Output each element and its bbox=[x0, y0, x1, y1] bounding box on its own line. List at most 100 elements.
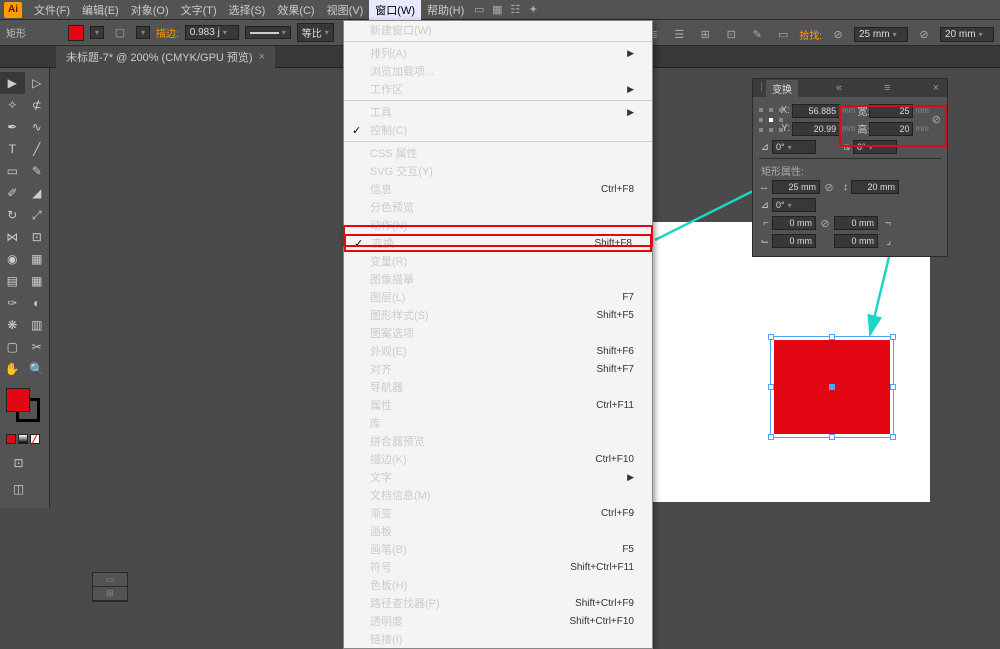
resize-handle[interactable] bbox=[890, 434, 896, 440]
shaper-tool[interactable]: ✐ bbox=[0, 182, 25, 204]
eraser-tool[interactable]: ◢ bbox=[25, 182, 50, 204]
gradient-tool[interactable]: ▦ bbox=[25, 270, 50, 292]
isolate-icon[interactable]: ⊡ bbox=[721, 24, 741, 44]
menu-item[interactable]: 路径查找器(P)Shift+Ctrl+F9 bbox=[344, 594, 652, 612]
menu-item[interactable]: 库 bbox=[344, 414, 652, 432]
menu-item[interactable]: 透明度Shift+Ctrl+F10 bbox=[344, 612, 652, 630]
corner-tl-field[interactable] bbox=[772, 216, 816, 230]
menu-item[interactable]: 浏览加载项... bbox=[344, 62, 652, 80]
symbol-tool[interactable]: ❋ bbox=[0, 314, 25, 336]
rect-w-field[interactable] bbox=[772, 180, 820, 194]
menu-item[interactable]: 链接(I) bbox=[344, 630, 652, 648]
resize-handle[interactable] bbox=[890, 384, 896, 390]
fill-stroke-control[interactable] bbox=[0, 386, 50, 430]
menu-item[interactable]: ✓变换Shift+F8 bbox=[344, 234, 652, 252]
magic-wand-tool[interactable]: ✧ bbox=[0, 94, 25, 116]
stroke-weight-field[interactable]: 0.983 j bbox=[185, 25, 239, 40]
resize-handle[interactable] bbox=[829, 334, 835, 340]
selection-tool[interactable]: ▶ bbox=[0, 72, 25, 94]
menu-item[interactable]: 图案选项 bbox=[344, 324, 652, 342]
corner-br-field[interactable] bbox=[834, 234, 878, 248]
extra-icon[interactable]: ✦ bbox=[524, 3, 542, 16]
stroke-swatch[interactable]: ▢ bbox=[110, 23, 130, 43]
search-icon[interactable]: ▭ bbox=[470, 3, 488, 16]
menu-item[interactable]: 分色预览 bbox=[344, 198, 652, 216]
menu-item[interactable]: ✓控制(C) bbox=[344, 121, 652, 139]
reference-point[interactable] bbox=[759, 108, 775, 132]
document-tab[interactable]: 未标题-7* @ 200% (CMYK/GPU 预览) × bbox=[56, 46, 275, 68]
menu-help[interactable]: 帮助(H) bbox=[421, 0, 470, 20]
shape-icon[interactable]: ▭ bbox=[773, 24, 793, 44]
arrange-icon[interactable]: ☷ bbox=[506, 3, 524, 16]
menu-window[interactable]: 窗口(W) bbox=[369, 0, 421, 20]
stroke-profile[interactable] bbox=[245, 26, 291, 39]
menu-view[interactable]: 视图(V) bbox=[321, 0, 370, 20]
link-wh-icon[interactable]: ⊘ bbox=[828, 24, 848, 44]
menu-item[interactable]: 图像描摹 bbox=[344, 270, 652, 288]
link2-icon[interactable]: ⊘ bbox=[914, 24, 934, 44]
menu-item[interactable]: 属性Ctrl+F11 bbox=[344, 396, 652, 414]
hand-tool[interactable]: ✋ bbox=[0, 358, 25, 380]
bridge-icon[interactable]: ▦ bbox=[488, 3, 506, 16]
menu-item[interactable]: 变量(R) bbox=[344, 252, 652, 270]
lasso-tool[interactable]: ⊄ bbox=[25, 94, 50, 116]
rect-angle-field[interactable]: 0° bbox=[772, 198, 816, 212]
menu-item[interactable]: 描边(K)Ctrl+F10 bbox=[344, 450, 652, 468]
resize-handle[interactable] bbox=[829, 434, 835, 440]
blend-tool[interactable]: ◐ bbox=[25, 292, 50, 314]
graph-tool[interactable]: ▥ bbox=[25, 314, 50, 336]
pen-tool[interactable]: ✒ bbox=[0, 116, 25, 138]
rectangle-tool[interactable]: ▭ bbox=[0, 160, 25, 182]
shape-builder-tool[interactable]: ◉ bbox=[0, 248, 25, 270]
menu-item[interactable]: CSS 属性 bbox=[344, 144, 652, 162]
rect-h-field[interactable] bbox=[851, 180, 899, 194]
menu-item[interactable]: 图层(L)F7 bbox=[344, 288, 652, 306]
rotate-tool[interactable]: ↻ bbox=[0, 204, 25, 226]
menu-item[interactable]: 文档信息(M) bbox=[344, 486, 652, 504]
menu-item[interactable]: 渐变Ctrl+F9 bbox=[344, 504, 652, 522]
panel-collapse-icon[interactable]: « bbox=[832, 82, 846, 94]
brush-tool[interactable]: ✎ bbox=[25, 160, 50, 182]
menu-item[interactable]: 外观(E)Shift+F6 bbox=[344, 342, 652, 360]
corner-tr-field[interactable] bbox=[834, 216, 878, 230]
menu-item[interactable]: 文字▶ bbox=[344, 468, 652, 486]
corner-bl-field[interactable] bbox=[772, 234, 816, 248]
preset-dropdown[interactable]: 等比 bbox=[297, 23, 334, 42]
resize-handle[interactable] bbox=[768, 434, 774, 440]
menu-item[interactable]: 新建窗口(W) bbox=[344, 21, 652, 39]
screen-mode-icon[interactable]: ⊡ bbox=[6, 452, 31, 474]
height-field[interactable]: 20 mm bbox=[940, 27, 994, 42]
menu-item[interactable]: 工作区▶ bbox=[344, 80, 652, 98]
menu-item[interactable]: 画笔(B)F5 bbox=[344, 540, 652, 558]
scale-tool[interactable]: ⤢ bbox=[25, 204, 50, 226]
curvature-tool[interactable]: ∿ bbox=[25, 116, 50, 138]
menu-item[interactable]: 图形样式(S)Shift+F5 bbox=[344, 306, 652, 324]
type-tool[interactable]: T bbox=[0, 138, 25, 160]
link-rect-icon[interactable]: ⊘ bbox=[823, 181, 835, 194]
menu-item[interactable]: 拼合器预览 bbox=[344, 432, 652, 450]
menu-item[interactable]: 色板(H) bbox=[344, 576, 652, 594]
menu-object[interactable]: 对象(O) bbox=[125, 0, 175, 20]
stroke-dropdown[interactable] bbox=[136, 26, 150, 39]
close-tab-icon[interactable]: × bbox=[259, 51, 265, 63]
gradient-mode-icon[interactable] bbox=[18, 434, 28, 444]
align2-icon[interactable]: ☰ bbox=[669, 24, 689, 44]
menu-type[interactable]: 文字(T) bbox=[175, 0, 223, 20]
panel-close-icon[interactable]: × bbox=[929, 82, 943, 94]
slice-tool[interactable]: ✂ bbox=[25, 336, 50, 358]
none-mode-icon[interactable]: ╱ bbox=[30, 434, 40, 444]
menu-item[interactable]: 排列(A)▶ bbox=[344, 44, 652, 62]
transform-tab[interactable]: 变换 bbox=[766, 80, 798, 97]
line-tool[interactable]: ╱ bbox=[25, 138, 50, 160]
panel-menu-icon[interactable]: ≡ bbox=[880, 82, 894, 94]
menu-item[interactable]: 动作(N) bbox=[344, 216, 652, 234]
panel-grip-icon[interactable]: ⁞ bbox=[757, 82, 766, 94]
transform-icon[interactable]: ⊞ bbox=[695, 24, 715, 44]
menu-item[interactable]: 对齐Shift+F7 bbox=[344, 360, 652, 378]
menu-item[interactable]: 信息Ctrl+F8 bbox=[344, 180, 652, 198]
menu-select[interactable]: 选择(S) bbox=[223, 0, 272, 20]
link-corners-icon[interactable]: ⊘ bbox=[819, 217, 831, 230]
mesh-tool[interactable]: ▤ bbox=[0, 270, 25, 292]
artboard-tool[interactable]: ▢ bbox=[0, 336, 25, 358]
color-mode-icon[interactable] bbox=[6, 434, 16, 444]
